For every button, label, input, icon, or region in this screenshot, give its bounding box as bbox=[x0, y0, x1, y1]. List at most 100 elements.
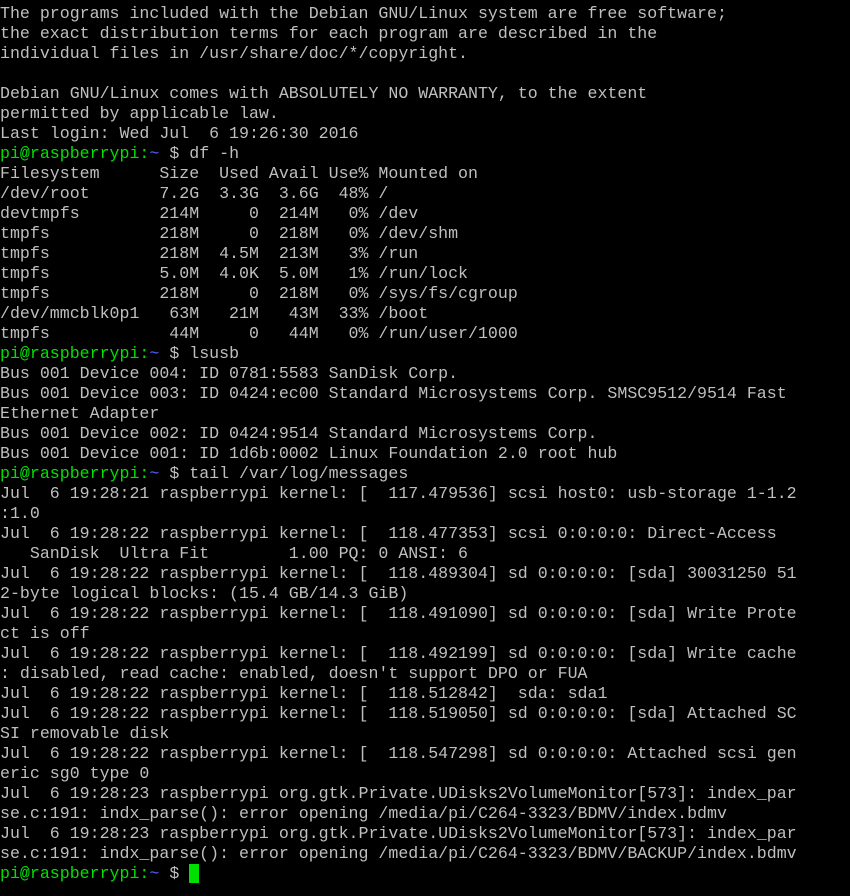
output-text: Debian GNU/Linux comes with ABSOLUTELY N… bbox=[0, 84, 648, 103]
prompt-line[interactable]: pi@raspberrypi:~ $ bbox=[0, 864, 850, 884]
output-line: eric sg0 type 0 bbox=[0, 764, 850, 784]
output-line: SanDisk Ultra Fit 1.00 PQ: 0 ANSI: 6 bbox=[0, 544, 850, 564]
output-line: tmpfs 218M 0 218M 0% /dev/shm bbox=[0, 224, 850, 244]
output-text: Jul 6 19:28:22 raspberrypi kernel: [ 118… bbox=[0, 684, 608, 703]
output-line: individual files in /usr/share/doc/*/cop… bbox=[0, 44, 850, 64]
output-line: Bus 001 Device 003: ID 0424:ec00 Standar… bbox=[0, 384, 850, 404]
output-line: 2-byte logical blocks: (15.4 GB/14.3 GiB… bbox=[0, 584, 850, 604]
output-text: SanDisk Ultra Fit 1.00 PQ: 0 ANSI: 6 bbox=[0, 544, 469, 563]
prompt-separator: : bbox=[139, 464, 150, 483]
output-line: Jul 6 19:28:22 raspberrypi kernel: [ 118… bbox=[0, 644, 850, 664]
output-text: Jul 6 19:28:23 raspberrypi org.gtk.Priva… bbox=[0, 784, 797, 803]
output-text: Jul 6 19:28:22 raspberrypi kernel: [ 118… bbox=[0, 704, 797, 723]
prompt-path: ~ bbox=[149, 144, 160, 163]
output-text: Bus 001 Device 004: ID 0781:5583 SanDisk… bbox=[0, 364, 459, 383]
output-line: Jul 6 19:28:23 raspberrypi org.gtk.Priva… bbox=[0, 784, 850, 804]
output-text: Jul 6 19:28:22 raspberrypi kernel: [ 118… bbox=[0, 524, 777, 543]
output-line: Jul 6 19:28:22 raspberrypi kernel: [ 118… bbox=[0, 684, 850, 704]
output-text: devtmpfs 214M 0 214M 0% /dev bbox=[0, 204, 419, 223]
output-line: se.c:191: indx_parse(): error opening /m… bbox=[0, 844, 850, 864]
output-text: permitted by applicable law. bbox=[0, 104, 279, 123]
output-text: tmpfs 44M 0 44M 0% /run/user/1000 bbox=[0, 324, 518, 343]
output-line: Jul 6 19:28:22 raspberrypi kernel: [ 118… bbox=[0, 604, 850, 624]
output-line: Bus 001 Device 001: ID 1d6b:0002 Linux F… bbox=[0, 444, 850, 464]
output-line: Bus 001 Device 002: ID 0424:9514 Standar… bbox=[0, 424, 850, 444]
prompt-path: ~ bbox=[149, 864, 160, 883]
output-line: tmpfs 5.0M 4.0K 5.0M 1% /run/lock bbox=[0, 264, 850, 284]
output-text: Jul 6 19:28:22 raspberrypi kernel: [ 118… bbox=[0, 604, 797, 623]
output-text: /dev/mmcblk0p1 63M 21M 43M 33% /boot bbox=[0, 304, 429, 323]
output-text: The programs included with the Debian GN… bbox=[0, 4, 727, 23]
output-text: Ethernet Adapter bbox=[0, 404, 160, 423]
prompt-separator: : bbox=[139, 344, 150, 363]
output-text: :1.0 bbox=[0, 504, 40, 523]
output-text: Bus 001 Device 002: ID 0424:9514 Standar… bbox=[0, 424, 598, 443]
output-line: Ethernet Adapter bbox=[0, 404, 850, 424]
output-text: Jul 6 19:28:23 raspberrypi org.gtk.Priva… bbox=[0, 824, 797, 843]
output-text: tmpfs 5.0M 4.0K 5.0M 1% /run/lock bbox=[0, 264, 469, 283]
output-text: Jul 6 19:28:22 raspberrypi kernel: [ 118… bbox=[0, 564, 797, 583]
output-text: tmpfs 218M 4.5M 213M 3% /run bbox=[0, 244, 419, 263]
prompt-user-host: pi@raspberrypi bbox=[0, 864, 140, 883]
command-text: tail /var/log/messages bbox=[189, 464, 409, 483]
prompt-symbol: $ bbox=[159, 464, 190, 483]
command-text: lsusb bbox=[189, 344, 240, 363]
output-line: /dev/mmcblk0p1 63M 21M 43M 33% /boot bbox=[0, 304, 850, 324]
output-line: tmpfs 218M 4.5M 213M 3% /run bbox=[0, 244, 850, 264]
prompt-path: ~ bbox=[149, 464, 160, 483]
output-line: Jul 6 19:28:22 raspberrypi kernel: [ 118… bbox=[0, 704, 850, 724]
output-line: Last login: Wed Jul 6 19:26:30 2016 bbox=[0, 124, 850, 144]
output-line: Bus 001 Device 004: ID 0781:5583 SanDisk… bbox=[0, 364, 850, 384]
output-line: Debian GNU/Linux comes with ABSOLUTELY N… bbox=[0, 84, 850, 104]
output-text: individual files in /usr/share/doc/*/cop… bbox=[0, 44, 469, 63]
prompt-line: pi@raspberrypi:~ $ tail /var/log/message… bbox=[0, 464, 850, 484]
output-text: tmpfs 218M 0 218M 0% /sys/fs/cgroup bbox=[0, 284, 518, 303]
output-text: SI removable disk bbox=[0, 724, 170, 743]
output-text: Jul 6 19:28:22 raspberrypi kernel: [ 118… bbox=[0, 744, 797, 763]
output-text: Jul 6 19:28:22 raspberrypi kernel: [ 118… bbox=[0, 644, 797, 663]
prompt-symbol: $ bbox=[159, 344, 190, 363]
output-line: Jul 6 19:28:23 raspberrypi org.gtk.Priva… bbox=[0, 824, 850, 844]
prompt-user-host: pi@raspberrypi bbox=[0, 344, 140, 363]
output-line: the exact distribution terms for each pr… bbox=[0, 24, 850, 44]
terminal-window[interactable]: The programs included with the Debian GN… bbox=[0, 4, 850, 896]
output-line: Jul 6 19:28:22 raspberrypi kernel: [ 118… bbox=[0, 744, 850, 764]
output-text: Bus 001 Device 003: ID 0424:ec00 Standar… bbox=[0, 384, 787, 403]
output-text: tmpfs 218M 0 218M 0% /dev/shm bbox=[0, 224, 459, 243]
output-line: Jul 6 19:28:21 raspberrypi kernel: [ 117… bbox=[0, 484, 850, 504]
prompt-symbol: $ bbox=[159, 144, 190, 163]
output-line: se.c:191: indx_parse(): error opening /m… bbox=[0, 804, 850, 824]
output-line: permitted by applicable law. bbox=[0, 104, 850, 124]
terminal-cursor[interactable] bbox=[189, 864, 200, 883]
command-text: df -h bbox=[189, 144, 240, 163]
output-text: se.c:191: indx_parse(): error opening /m… bbox=[0, 844, 797, 863]
output-text: Last login: Wed Jul 6 19:26:30 2016 bbox=[0, 124, 359, 143]
output-line: ct is off bbox=[0, 624, 850, 644]
prompt-separator: : bbox=[139, 144, 150, 163]
output-text: 2-byte logical blocks: (15.4 GB/14.3 GiB… bbox=[0, 584, 409, 603]
output-line: Jul 6 19:28:22 raspberrypi kernel: [ 118… bbox=[0, 524, 850, 544]
prompt-line: pi@raspberrypi:~ $ lsusb bbox=[0, 344, 850, 364]
prompt-separator: : bbox=[139, 864, 150, 883]
output-text: se.c:191: indx_parse(): error opening /m… bbox=[0, 804, 727, 823]
output-text: /dev/root 7.2G 3.3G 3.6G 48% / bbox=[0, 184, 389, 203]
output-line: SI removable disk bbox=[0, 724, 850, 744]
output-line: : disabled, read cache: enabled, doesn't… bbox=[0, 664, 850, 684]
output-text: Bus 001 Device 001: ID 1d6b:0002 Linux F… bbox=[0, 444, 618, 463]
output-text: eric sg0 type 0 bbox=[0, 764, 150, 783]
output-text: Filesystem Size Used Avail Use% Mounted … bbox=[0, 164, 478, 183]
output-line: tmpfs 44M 0 44M 0% /run/user/1000 bbox=[0, 324, 850, 344]
prompt-line: pi@raspberrypi:~ $ df -h bbox=[0, 144, 850, 164]
output-text: the exact distribution terms for each pr… bbox=[0, 24, 658, 43]
prompt-symbol: $ bbox=[159, 864, 190, 883]
output-line: :1.0 bbox=[0, 504, 850, 524]
prompt-user-host: pi@raspberrypi bbox=[0, 464, 140, 483]
output-line: The programs included with the Debian GN… bbox=[0, 4, 850, 24]
output-line: Filesystem Size Used Avail Use% Mounted … bbox=[0, 164, 850, 184]
prompt-path: ~ bbox=[149, 344, 160, 363]
output-text: : disabled, read cache: enabled, doesn't… bbox=[0, 664, 588, 683]
output-line: /dev/root 7.2G 3.3G 3.6G 48% / bbox=[0, 184, 850, 204]
output-text: Jul 6 19:28:21 raspberrypi kernel: [ 117… bbox=[0, 484, 797, 503]
output-line: tmpfs 218M 0 218M 0% /sys/fs/cgroup bbox=[0, 284, 850, 304]
